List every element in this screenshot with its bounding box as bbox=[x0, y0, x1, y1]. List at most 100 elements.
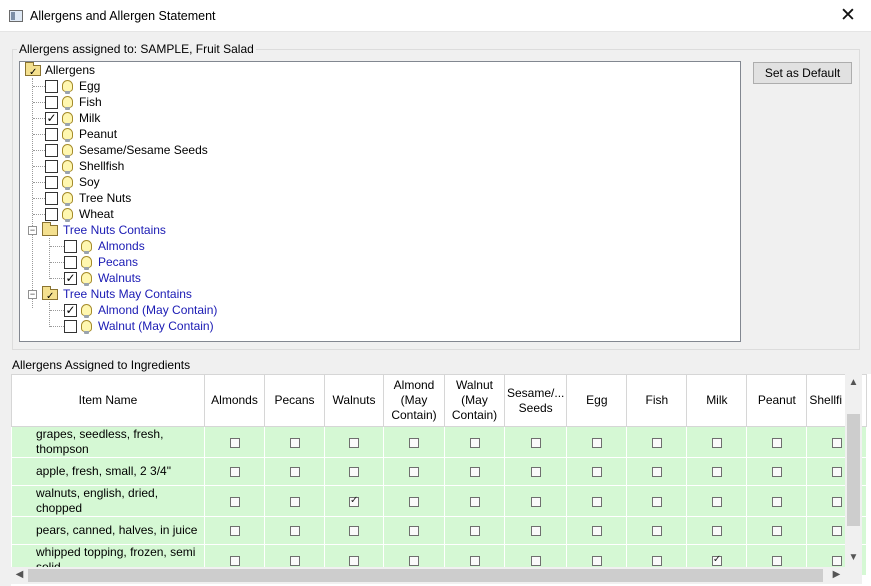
allergen-cell[interactable] bbox=[444, 457, 505, 486]
allergen-cell[interactable] bbox=[626, 457, 688, 486]
pecans-checkbox[interactable] bbox=[64, 256, 77, 269]
allergen-checkbox[interactable] bbox=[530, 437, 541, 448]
table-row[interactable]: grapes, seedless, fresh, thompson bbox=[11, 426, 868, 458]
tree-item-egg[interactable]: Egg bbox=[20, 78, 740, 94]
allergen-checkbox[interactable] bbox=[591, 496, 602, 507]
shellfish-checkbox[interactable] bbox=[45, 160, 58, 173]
col-header-fish[interactable]: Fish bbox=[626, 374, 688, 427]
allergen-checkbox[interactable] bbox=[831, 467, 842, 478]
allergen-checkbox[interactable] bbox=[469, 437, 480, 448]
scroll-right-arrow-icon[interactable]: ▶ bbox=[828, 569, 845, 580]
allergen-checkbox[interactable] bbox=[349, 555, 359, 566]
allergen-cell[interactable] bbox=[566, 516, 628, 545]
allergen-checkbox[interactable] bbox=[591, 467, 602, 478]
allergen-cell[interactable] bbox=[324, 457, 384, 486]
allergen-cell[interactable] bbox=[566, 426, 628, 458]
allergen-checkbox[interactable] bbox=[771, 496, 782, 507]
allergen-checkbox[interactable] bbox=[229, 555, 240, 566]
allergen-cell[interactable] bbox=[746, 516, 808, 545]
tree-item-walnut-may-contain[interactable]: Walnut (May Contain) bbox=[20, 318, 740, 334]
allergen-checkbox[interactable] bbox=[289, 496, 300, 507]
allergen-cell[interactable] bbox=[204, 516, 265, 545]
sesame-checkbox[interactable] bbox=[45, 144, 58, 157]
almond-may-contain-checkbox[interactable]: ✓ bbox=[64, 304, 77, 317]
tree-item-wheat[interactable]: Wheat bbox=[20, 206, 740, 222]
collapse-expander-icon[interactable]: − bbox=[28, 226, 37, 235]
allergen-cell[interactable] bbox=[566, 457, 628, 486]
wheat-checkbox[interactable] bbox=[45, 208, 58, 221]
tree-item-walnuts[interactable]: ✓ Walnuts bbox=[20, 270, 740, 286]
tree-folder-tree-nuts-contains[interactable]: − Tree Nuts Contains bbox=[20, 222, 740, 238]
allergen-cell[interactable] bbox=[204, 485, 265, 517]
allergen-checkbox[interactable] bbox=[349, 467, 359, 478]
table-row[interactable]: apple, fresh, small, 2 3/4" bbox=[11, 457, 868, 486]
allergen-checkbox[interactable] bbox=[771, 467, 782, 478]
vertical-scroll-thumb[interactable] bbox=[847, 414, 860, 526]
allergen-cell[interactable] bbox=[383, 426, 445, 458]
allergen-checkbox[interactable] bbox=[771, 526, 782, 537]
allergen-checkbox[interactable] bbox=[651, 496, 662, 507]
allergen-checkbox[interactable] bbox=[711, 437, 722, 448]
allergen-checkbox[interactable] bbox=[229, 526, 240, 537]
allergen-checkbox[interactable] bbox=[469, 467, 480, 478]
allergen-cell[interactable] bbox=[264, 516, 325, 545]
horizontal-scroll-thumb[interactable] bbox=[28, 569, 823, 582]
allergen-checkbox[interactable] bbox=[289, 467, 300, 478]
allergen-checkbox[interactable] bbox=[409, 555, 419, 566]
allergen-cell[interactable] bbox=[626, 426, 688, 458]
allergen-checkbox[interactable] bbox=[530, 526, 541, 537]
tree-root-allergens[interactable]: ✓ Allergens bbox=[20, 62, 740, 78]
allergen-checkbox[interactable] bbox=[409, 496, 419, 507]
allergen-checkbox[interactable] bbox=[530, 467, 541, 478]
allergen-cell[interactable] bbox=[204, 457, 265, 486]
allergen-checkbox[interactable] bbox=[469, 526, 480, 537]
allergen-checkbox[interactable] bbox=[651, 555, 662, 566]
scroll-left-arrow-icon[interactable]: ◀ bbox=[11, 569, 28, 580]
allergen-checkbox[interactable] bbox=[289, 437, 300, 448]
allergen-cell[interactable] bbox=[324, 485, 384, 517]
allergen-checkbox[interactable] bbox=[831, 526, 842, 537]
allergen-checkbox[interactable] bbox=[229, 437, 240, 448]
allergen-cell[interactable] bbox=[746, 485, 808, 517]
col-header-pecans[interactable]: Pecans bbox=[264, 374, 325, 427]
table-row[interactable]: pears, canned, halves, in juice bbox=[11, 516, 868, 545]
tree-item-milk[interactable]: ✓ Milk bbox=[20, 110, 740, 126]
allergen-cell[interactable] bbox=[324, 516, 384, 545]
ingredient-name-cell[interactable]: apple, fresh, small, 2 3/4" bbox=[11, 457, 205, 486]
allergen-cell[interactable] bbox=[503, 457, 568, 486]
allergen-cell[interactable] bbox=[324, 426, 384, 458]
walnut-may-contain-checkbox[interactable] bbox=[64, 320, 77, 333]
allergen-cell[interactable] bbox=[264, 426, 325, 458]
allergen-checkbox[interactable] bbox=[289, 555, 300, 566]
allergen-cell[interactable] bbox=[264, 457, 325, 486]
tree-item-shellfish[interactable]: Shellfish bbox=[20, 158, 740, 174]
col-header-walnut-may-contain[interactable]: Walnut (May Contain) bbox=[444, 374, 505, 427]
allergen-checkbox[interactable] bbox=[409, 437, 419, 448]
allergen-cell[interactable] bbox=[444, 485, 505, 517]
fish-checkbox[interactable] bbox=[45, 96, 58, 109]
ingredient-name-cell[interactable]: walnuts, english, dried, chopped bbox=[11, 485, 205, 517]
almonds-checkbox[interactable] bbox=[64, 240, 77, 253]
allergen-checkbox[interactable] bbox=[229, 467, 240, 478]
allergen-cell[interactable] bbox=[383, 485, 445, 517]
grid-vertical-scrollbar[interactable]: ▲ ▼ bbox=[845, 374, 862, 567]
allergen-checkbox[interactable] bbox=[591, 555, 602, 566]
allergen-checkbox[interactable] bbox=[651, 526, 662, 537]
allergen-cell[interactable] bbox=[383, 516, 445, 545]
allergen-cell[interactable] bbox=[686, 457, 748, 486]
col-header-milk[interactable]: Milk bbox=[686, 374, 748, 427]
ingredient-name-cell[interactable]: grapes, seedless, fresh, thompson bbox=[11, 426, 205, 458]
allergen-cell[interactable] bbox=[503, 426, 568, 458]
scroll-down-arrow-icon[interactable]: ▼ bbox=[845, 552, 862, 563]
allergen-cell[interactable] bbox=[204, 426, 265, 458]
allergen-checkbox[interactable] bbox=[831, 437, 842, 448]
tree-item-peanut[interactable]: Peanut bbox=[20, 126, 740, 142]
col-header-almond-may-contain[interactable]: Almond (May Contain) bbox=[383, 374, 445, 427]
grid-horizontal-scrollbar[interactable]: ◀ ▶ bbox=[11, 567, 845, 584]
allergen-checkbox[interactable] bbox=[409, 526, 419, 537]
tree-folder-tree-nuts-may-contain[interactable]: − ✓ Tree Nuts May Contains bbox=[20, 286, 740, 302]
allergen-checkbox[interactable] bbox=[831, 496, 842, 507]
allergen-tree[interactable]: ✓ Allergens Egg Fish ✓ Milk Peanut Sesam… bbox=[19, 61, 741, 342]
allergen-cell[interactable] bbox=[503, 516, 568, 545]
allergen-checkbox[interactable] bbox=[469, 496, 480, 507]
